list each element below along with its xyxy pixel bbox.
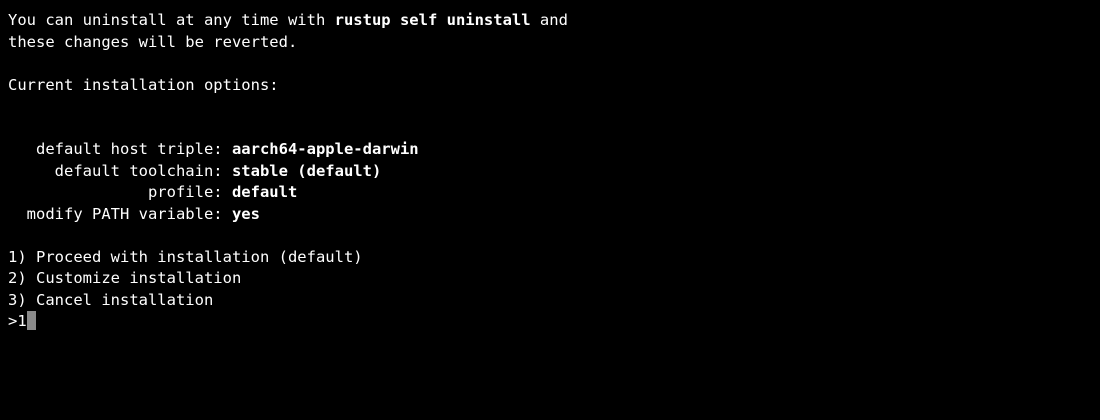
text-cursor <box>26 311 36 330</box>
menu-item-proceed: 1) Proceed with installation (default) <box>8 247 363 266</box>
prompt-input[interactable]: 1 <box>17 312 26 330</box>
prompt-symbol: > <box>8 312 18 330</box>
intro-line-2: these changes will be reverted. <box>8 32 298 51</box>
option-modify-path: modify PATH variable: yes <box>8 204 1092 226</box>
option-default-toolchain: default toolchain: stable (default) <box>8 161 1092 183</box>
option-label: modify PATH variable: <box>8 204 232 223</box>
uninstall-command: rustup self uninstall <box>334 11 531 29</box>
menu-item-cancel: 3) Cancel installation <box>8 290 214 309</box>
menu-item-customize: 2) Customize installation <box>8 269 242 287</box>
terminal-window[interactable]: You can uninstall at any time with rustu… <box>0 0 1100 420</box>
option-host-triple: default host triple: aarch64-apple-darwi… <box>8 139 1092 161</box>
option-profile: profile: default <box>8 182 1092 204</box>
options-heading: Current installation options: <box>8 75 279 94</box>
option-value: default <box>231 183 298 201</box>
option-value: aarch64-apple-darwin <box>231 140 419 158</box>
option-label: default host triple: <box>8 140 232 158</box>
intro-text: You can uninstall at any time with <box>8 11 335 29</box>
intro-line-1: You can uninstall at any time with rustu… <box>8 10 1092 32</box>
option-value: yes <box>231 204 260 223</box>
input-prompt-line[interactable]: >1 <box>8 311 1092 333</box>
option-value: stable (default) <box>231 161 382 180</box>
intro-text-suffix: and <box>530 11 568 29</box>
option-label: profile: <box>8 183 232 201</box>
option-label: default toolchain: <box>8 161 232 180</box>
